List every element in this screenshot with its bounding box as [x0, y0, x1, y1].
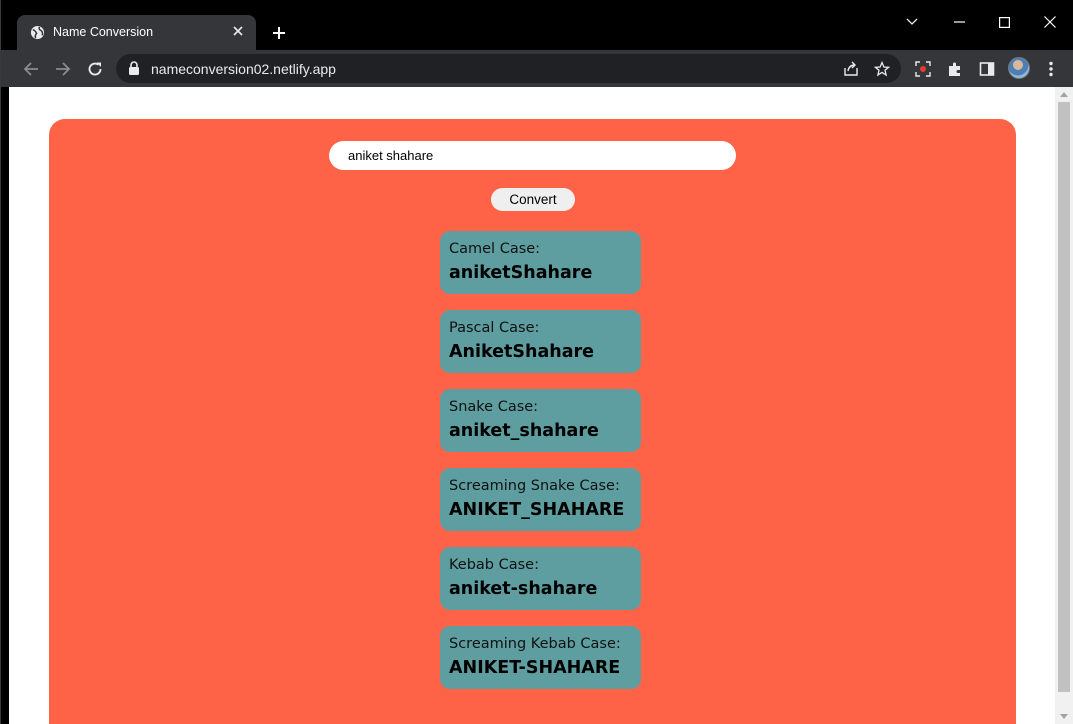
browser-tab[interactable]: Name Conversion	[17, 15, 256, 50]
globe-icon	[30, 25, 45, 40]
close-tab-icon[interactable]	[230, 23, 246, 39]
screen-capture-icon[interactable]	[912, 58, 934, 80]
result-pascal-case: Pascal Case: AniketShahare	[440, 310, 641, 373]
result-label: Snake Case:	[449, 399, 539, 415]
side-panel-icon[interactable]	[976, 58, 998, 80]
result-value: ANIKET_SHAHARE	[449, 500, 625, 520]
tab-title: Name Conversion	[53, 25, 154, 39]
minimize-icon[interactable]	[944, 10, 974, 34]
convert-button[interactable]: Convert	[491, 188, 575, 211]
result-camel-case: Camel Case: aniketShahare	[440, 231, 641, 294]
back-icon[interactable]	[18, 56, 44, 82]
scroll-up-icon[interactable]	[1060, 92, 1068, 97]
tab-strip: Name Conversion	[1, 0, 1073, 50]
close-window-icon[interactable]	[1035, 10, 1065, 34]
tab-search-icon[interactable]	[897, 10, 927, 34]
url-text[interactable]: nameconversion02.netlify.app	[151, 61, 336, 77]
result-value: AniketShahare	[449, 342, 595, 362]
maximize-icon[interactable]	[989, 10, 1019, 34]
name-input[interactable]	[329, 141, 736, 170]
reload-icon[interactable]	[82, 56, 108, 82]
share-icon[interactable]	[841, 59, 861, 79]
result-kebab-case: Kebab Case: aniket-shahare	[440, 547, 641, 610]
menu-dots-icon[interactable]	[1040, 58, 1062, 80]
result-label: Screaming Snake Case:	[449, 478, 620, 494]
forward-icon[interactable]	[50, 56, 76, 82]
result-snake-case: Snake Case: aniket_shahare	[440, 389, 641, 452]
result-label: Screaming Kebab Case:	[449, 636, 621, 652]
result-label: Camel Case:	[449, 241, 541, 257]
result-screaming-snake-case: Screaming Snake Case: ANIKET_SHAHARE	[440, 468, 641, 531]
scrollbar-thumb[interactable]	[1058, 102, 1070, 692]
new-tab-icon[interactable]	[269, 23, 289, 43]
result-value: aniketShahare	[449, 263, 593, 283]
result-value: ANIKET-SHAHARE	[449, 658, 621, 678]
scroll-down-icon[interactable]	[1060, 714, 1068, 719]
vertical-scrollbar[interactable]	[1055, 87, 1073, 724]
result-screaming-kebab-case: Screaming Kebab Case: ANIKET-SHAHARE	[440, 626, 641, 689]
result-value: aniket-shahare	[449, 579, 598, 599]
profile-avatar[interactable]	[1008, 57, 1030, 79]
browser-toolbar: nameconversion02.netlify.app	[1, 50, 1073, 87]
bookmark-star-icon[interactable]	[872, 59, 892, 79]
lock-icon[interactable]	[128, 61, 142, 76]
converter-card: Convert Camel Case: aniketShahare Pascal…	[49, 119, 1016, 724]
result-label: Kebab Case:	[449, 557, 539, 573]
result-label: Pascal Case:	[449, 320, 540, 336]
result-value: aniket_shahare	[449, 421, 599, 441]
page-viewport: Convert Camel Case: aniketShahare Pascal…	[9, 87, 1055, 724]
browser-window: Name Conversion nameconversion02.netlify…	[0, 0, 1073, 724]
extensions-icon[interactable]	[944, 58, 966, 80]
address-bar[interactable]: nameconversion02.netlify.app	[116, 54, 901, 83]
